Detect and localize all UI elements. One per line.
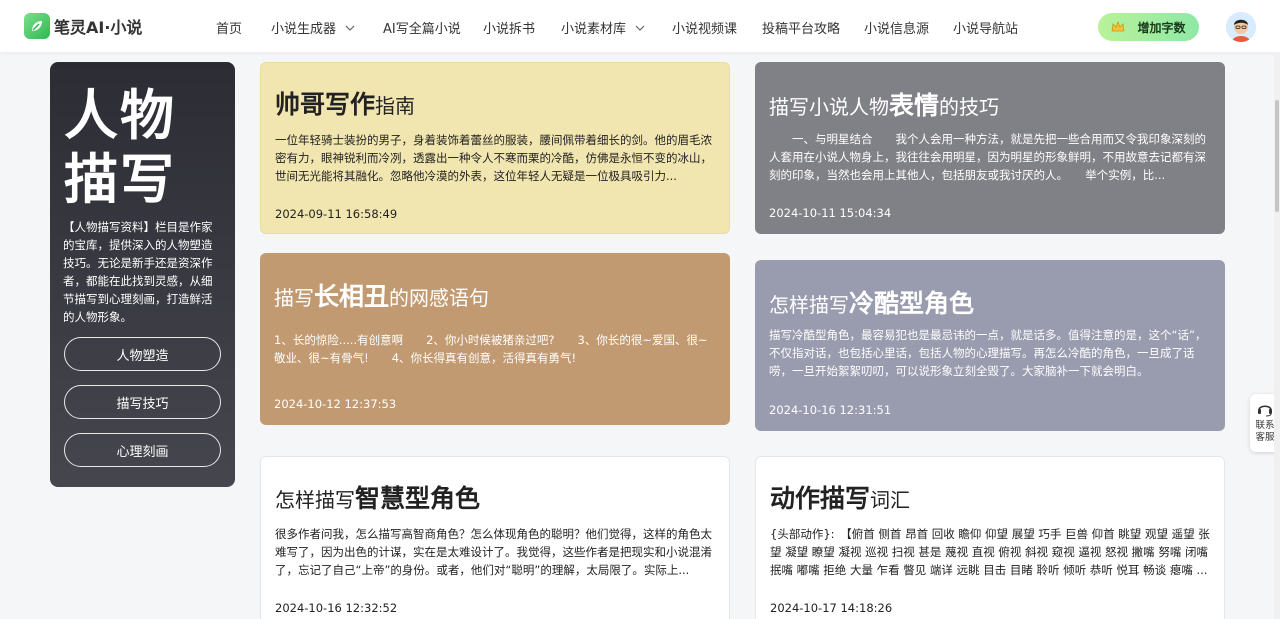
nav-item-label: 小说生成器	[271, 22, 337, 37]
sidebar-button-character-building[interactable]: 人物塑造	[64, 337, 221, 371]
card-title: 怎样描写智慧型角色	[275, 484, 481, 513]
article-card[interactable]: 描写长相丑的网感语句 1、长的惊险.....有创意啊 2、你小时候被猪亲过吧? …	[260, 253, 730, 425]
card-date: 2024-09-11 16:58:49	[275, 207, 398, 221]
nav-item-label: AI写全篇小说	[383, 22, 461, 37]
card-excerpt: 描写冷酷型角色，最容易犯也是最忌讳的一点，就是话多。值得注意的是，这个“话”，不…	[769, 328, 1207, 378]
card-excerpt: 1、长的惊险.....有创意啊 2、你小时候被猪亲过吧? 3、你长的很~爱国、很…	[274, 333, 708, 365]
card-date: 2024-10-16 12:31:51	[769, 403, 892, 417]
logo-text: 笔灵AI·小说	[54, 18, 143, 37]
nav-item-label: 小说信息源	[864, 22, 930, 37]
scrollbar-thumb[interactable]	[1275, 100, 1279, 212]
nav-item[interactable]: 小说视频课	[672, 18, 737, 37]
nav-item-label: 投稿平台攻略	[762, 22, 841, 37]
headset-icon	[1258, 405, 1272, 417]
card-excerpt: 一位年轻骑士装扮的男子，身着装饰着蕾丝的服装，腰间佩带着细长的剑。他的眉毛浓密有…	[275, 133, 712, 183]
card-title: 描写长相丑的网感语句	[274, 282, 490, 311]
add-words-label: 增加字数	[1137, 20, 1186, 35]
article-card[interactable]: 怎样描写智慧型角色 很多作者问我，怎么描写高智商角色？怎么体现角色的聪明？他们觉…	[260, 456, 730, 619]
customer-service-label: 联系客服	[1255, 420, 1275, 443]
chevron-down-icon	[345, 25, 355, 31]
top-navigation-bar: 笔灵AI·小说 首页 小说生成器 AI写全篇小说 小说拆书 小说素材库 小说视频课 投稿平台…	[0, 0, 1280, 52]
sidebar-description: 【人物描写资料】栏目是作家的宝库，提供深入的人物塑造技巧。无论是新手还是资深作者…	[63, 220, 213, 324]
nav-item[interactable]: 小说信息源	[864, 18, 929, 37]
card-excerpt: 很多作者问我，怎么描写高智商角色？怎么体现角色的聪明？他们觉得，这样的角色太难写…	[275, 527, 712, 577]
sidebar-button-description-skills[interactable]: 描写技巧	[64, 385, 221, 419]
nav-item-label: 小说视频课	[672, 22, 738, 37]
sidebar-title-line-2: 描写	[64, 148, 176, 211]
nav-item[interactable]: AI写全篇小说	[383, 18, 461, 37]
nav-item-label: 首页	[216, 22, 243, 37]
category-sidebar: 人物 描写 【人物描写资料】栏目是作家的宝库，提供深入的人物塑造技巧。无论是新手…	[50, 62, 235, 487]
sidebar-title: 人物 描写	[64, 84, 176, 212]
sidebar-title-line-1: 人物	[64, 84, 176, 147]
crown-icon	[1112, 21, 1125, 32]
card-excerpt: 一、与明星结合 我个人会用一种方法，就是先把一些合用而又令我印象深刻的人套用在小…	[769, 132, 1206, 182]
nav-item[interactable]: 小说生成器	[271, 18, 356, 37]
card-excerpt: {头部动作}: 【俯首 侧首 昂首 回收 瞻仰 仰望 展望 巧手 巨兽 仰首 眺…	[770, 527, 1210, 577]
card-date: 2024-10-11 15:04:34	[769, 206, 892, 220]
nav-item[interactable]: 首页	[216, 18, 242, 37]
add-words-button[interactable]: 增加字数	[1098, 13, 1199, 41]
nav-item-label: 小说导航站	[953, 22, 1019, 37]
card-title: 动作描写词汇	[770, 484, 911, 513]
nav-item[interactable]: 投稿平台攻略	[762, 18, 840, 37]
user-avatar[interactable]	[1226, 12, 1256, 42]
article-card[interactable]: 描写小说人物表情的技巧 一、与明星结合 我个人会用一种方法，就是先把一些合用而又…	[755, 62, 1225, 234]
card-date: 2024-10-16 12:32:52	[275, 601, 398, 615]
sidebar-button-psychology[interactable]: 心理刻画	[64, 433, 221, 467]
nav-item[interactable]: 小说导航站	[953, 18, 1018, 37]
card-date: 2024-10-12 12:37:53	[274, 397, 397, 411]
logo-leaf-icon	[24, 13, 50, 39]
site-logo[interactable]: 笔灵AI·小说	[24, 13, 142, 39]
card-title: 描写小说人物表情的技巧	[769, 91, 1000, 120]
nav-item-label: 小说拆书	[483, 22, 536, 37]
nav-item-label: 小说素材库	[561, 22, 627, 37]
card-date: 2024-10-17 14:18:26	[770, 601, 893, 615]
card-title: 帅哥写作指南	[275, 90, 416, 119]
nav-item[interactable]: 小说拆书	[483, 18, 535, 37]
nav-item[interactable]: 小说素材库	[561, 18, 646, 37]
chevron-down-icon	[635, 25, 645, 31]
article-card[interactable]: 动作描写词汇 {头部动作}: 【俯首 侧首 昂首 回收 瞻仰 仰望 展望 巧手 …	[755, 456, 1225, 619]
article-card[interactable]: 怎样描写冷酷型角色 描写冷酷型角色，最容易犯也是最忌讳的一点，就是话多。值得注意…	[755, 260, 1225, 431]
card-title: 怎样描写冷酷型角色	[769, 289, 975, 318]
article-card[interactable]: 帅哥写作指南 一位年轻骑士装扮的男子，身着装饰着蕾丝的服装，腰间佩带着细长的剑。…	[260, 62, 730, 234]
